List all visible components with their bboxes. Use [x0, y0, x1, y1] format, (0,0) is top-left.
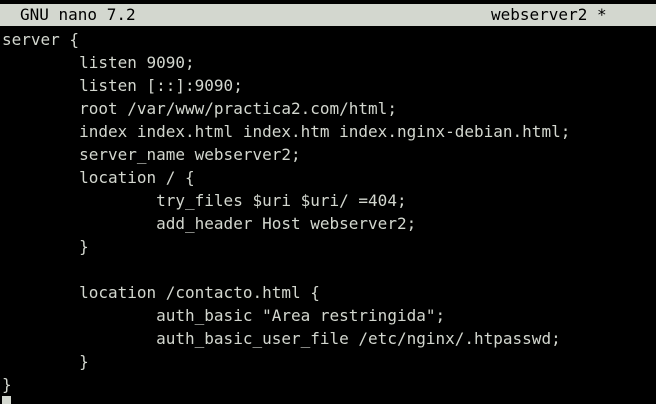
- code-line[interactable]: listen 9090;: [2, 51, 656, 74]
- app-version-label: GNU nano 7.2: [20, 5, 136, 24]
- code-line[interactable]: location /contacto.html {: [2, 281, 656, 304]
- code-line[interactable]: }: [2, 235, 656, 258]
- code-line[interactable]: server_name webserver2;: [2, 143, 656, 166]
- code-line[interactable]: root /var/www/practica2.com/html;: [2, 97, 656, 120]
- code-line[interactable]: add_header Host webserver2;: [2, 212, 656, 235]
- text-editor-area[interactable]: server { listen 9090; listen [::]:9090; …: [2, 28, 656, 396]
- code-line[interactable]: server {: [2, 28, 656, 51]
- file-name-label: webserver2 *: [491, 5, 607, 24]
- code-line[interactable]: auth_basic "Area restringida";: [2, 304, 656, 327]
- nano-title-bar: GNU nano 7.2 webserver2 *: [0, 4, 656, 26]
- code-line[interactable]: location / {: [2, 166, 656, 189]
- code-line[interactable]: try_files $uri $uri/ =404;: [2, 189, 656, 212]
- code-line[interactable]: }: [2, 350, 656, 373]
- text-cursor: [2, 396, 11, 404]
- code-line[interactable]: index index.html index.htm index.nginx-d…: [2, 120, 656, 143]
- code-line[interactable]: auth_basic_user_file /etc/nginx/.htpassw…: [2, 327, 656, 350]
- code-line[interactable]: listen [::]:9090;: [2, 74, 656, 97]
- code-line[interactable]: }: [2, 373, 656, 396]
- code-line[interactable]: [2, 258, 656, 281]
